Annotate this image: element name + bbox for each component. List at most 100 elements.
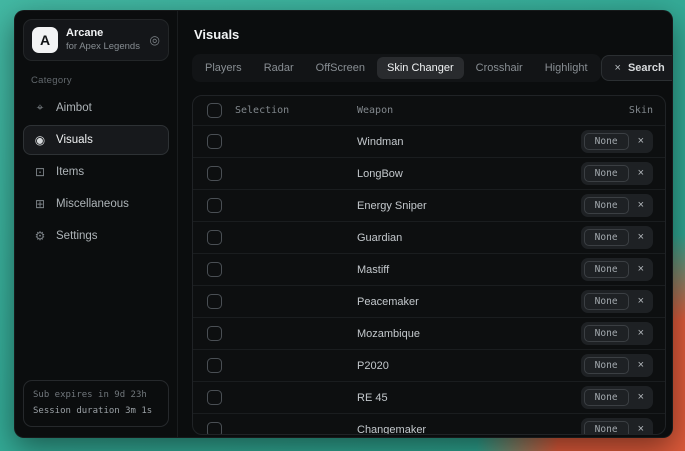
sidebar-item[interactable]: ⊡ Items (23, 157, 169, 187)
table-row: Peacemaker None × (193, 286, 665, 318)
cube-icon: ⊡ (33, 165, 47, 179)
tab[interactable]: OffScreen (306, 57, 375, 79)
table-row: Windman None × (193, 126, 665, 158)
row-checkbox[interactable] (207, 422, 222, 435)
column-header-weapon: Weapon (357, 105, 617, 116)
app-name: Arcane (66, 27, 142, 41)
tab-bar: PlayersRadarOffScreenSkin ChangerCrossha… (192, 54, 666, 82)
skin-value[interactable]: None (584, 133, 629, 150)
sidebar-item-label: Visuals (56, 134, 93, 146)
column-header-skin: Skin (629, 105, 653, 116)
row-checkbox[interactable] (207, 294, 222, 309)
clear-skin-icon[interactable]: × (638, 360, 644, 371)
table-row: LongBow None × (193, 158, 665, 190)
row-checkbox[interactable] (207, 198, 222, 213)
close-search-icon: × (615, 62, 621, 74)
sidebar-item-label: Settings (56, 230, 98, 242)
skin-value[interactable]: None (584, 165, 629, 182)
table-row: Changemaker None × (193, 414, 665, 435)
sidebar-nav: ⌖ Aimbot ◉ Visuals ⊡ Items ⊞ Miscellaneo… (23, 92, 169, 251)
clear-skin-icon[interactable]: × (638, 424, 644, 435)
clear-skin-icon[interactable]: × (638, 392, 644, 403)
page-title: Visuals (194, 27, 666, 42)
skin-select[interactable]: None × (581, 322, 653, 345)
search-button-label: Search (628, 62, 665, 74)
weapon-name: Windman (357, 136, 569, 148)
row-checkbox[interactable] (207, 166, 222, 181)
eye-icon: ◉ (33, 133, 47, 147)
skin-value[interactable]: None (584, 261, 629, 278)
skin-value[interactable]: None (584, 325, 629, 342)
skin-select[interactable]: None × (581, 258, 653, 281)
skin-select[interactable]: None × (581, 162, 653, 185)
skin-value[interactable]: None (584, 197, 629, 214)
grid-icon: ⊞ (33, 197, 47, 211)
target-icon[interactable]: ◎ (150, 33, 160, 47)
sidebar-item-label: Aimbot (56, 102, 92, 114)
tab[interactable]: Highlight (535, 57, 598, 79)
clear-skin-icon[interactable]: × (638, 264, 644, 275)
session-duration-text: Session duration 3m 1s (33, 404, 159, 419)
session-info-card: Sub expires in 9d 23h Session duration 3… (23, 380, 169, 427)
weapon-name: Peacemaker (357, 296, 569, 308)
row-checkbox[interactable] (207, 230, 222, 245)
skin-value[interactable]: None (584, 357, 629, 374)
weapon-name: Changemaker (357, 424, 569, 436)
column-header-selection: Selection (235, 105, 345, 116)
skin-select[interactable]: None × (581, 194, 653, 217)
crosshair-icon: ⌖ (33, 100, 47, 115)
sidebar-item[interactable]: ⚙ Settings (23, 221, 169, 251)
sidebar-item[interactable]: ⊞ Miscellaneous (23, 189, 169, 219)
clear-skin-icon[interactable]: × (638, 328, 644, 339)
tab[interactable]: Skin Changer (377, 57, 464, 79)
row-checkbox[interactable] (207, 358, 222, 373)
app-window: A Arcane for Apex Legends ◎ Category ⌖ A… (14, 10, 673, 438)
category-label: Category (31, 75, 169, 86)
tab[interactable]: Players (195, 57, 252, 79)
main-panel: Visuals PlayersRadarOffScreenSkin Change… (178, 11, 672, 437)
weapon-name: Guardian (357, 232, 569, 244)
sidebar-item[interactable]: ⌖ Aimbot (23, 92, 169, 123)
row-checkbox[interactable] (207, 134, 222, 149)
brand-card: A Arcane for Apex Legends ◎ (23, 19, 169, 61)
table-row: Mozambique None × (193, 318, 665, 350)
clear-skin-icon[interactable]: × (638, 136, 644, 147)
row-checkbox[interactable] (207, 390, 222, 405)
weapon-name: P2020 (357, 360, 569, 372)
skin-select[interactable]: None × (581, 290, 653, 313)
tabs-group: PlayersRadarOffScreenSkin ChangerCrossha… (192, 54, 601, 82)
skin-select[interactable]: None × (581, 418, 653, 435)
sidebar-item[interactable]: ◉ Visuals (23, 125, 169, 155)
table-row: RE 45 None × (193, 382, 665, 414)
clear-skin-icon[interactable]: × (638, 168, 644, 179)
skin-value[interactable]: None (584, 293, 629, 310)
clear-skin-icon[interactable]: × (638, 232, 644, 243)
skin-value[interactable]: None (584, 229, 629, 246)
weapon-name: LongBow (357, 168, 569, 180)
skin-select[interactable]: None × (581, 226, 653, 249)
gear-icon: ⚙ (33, 229, 47, 243)
row-checkbox[interactable] (207, 326, 222, 341)
clear-skin-icon[interactable]: × (638, 200, 644, 211)
weapon-name: Energy Sniper (357, 200, 569, 212)
skin-changer-table: Selection Weapon Skin Windman None × (192, 95, 666, 435)
skin-select[interactable]: None × (581, 130, 653, 153)
clear-skin-icon[interactable]: × (638, 296, 644, 307)
skin-value[interactable]: None (584, 421, 629, 435)
tab[interactable]: Crosshair (466, 57, 533, 79)
table-row: Energy Sniper None × (193, 190, 665, 222)
skin-select[interactable]: None × (581, 354, 653, 377)
table-row: Mastiff None × (193, 254, 665, 286)
table-body: Windman None × LongBow None × (193, 126, 665, 435)
select-all-checkbox[interactable] (207, 103, 222, 118)
search-button[interactable]: × Search (601, 55, 673, 81)
weapon-name: Mastiff (357, 264, 569, 276)
sub-expiry-text: Sub expires in 9d 23h (33, 388, 159, 403)
skin-select[interactable]: None × (581, 386, 653, 409)
table-row: P2020 None × (193, 350, 665, 382)
table-header-row: Selection Weapon Skin (193, 96, 665, 126)
row-checkbox[interactable] (207, 262, 222, 277)
tab[interactable]: Radar (254, 57, 304, 79)
skin-value[interactable]: None (584, 389, 629, 406)
weapon-name: Mozambique (357, 328, 569, 340)
